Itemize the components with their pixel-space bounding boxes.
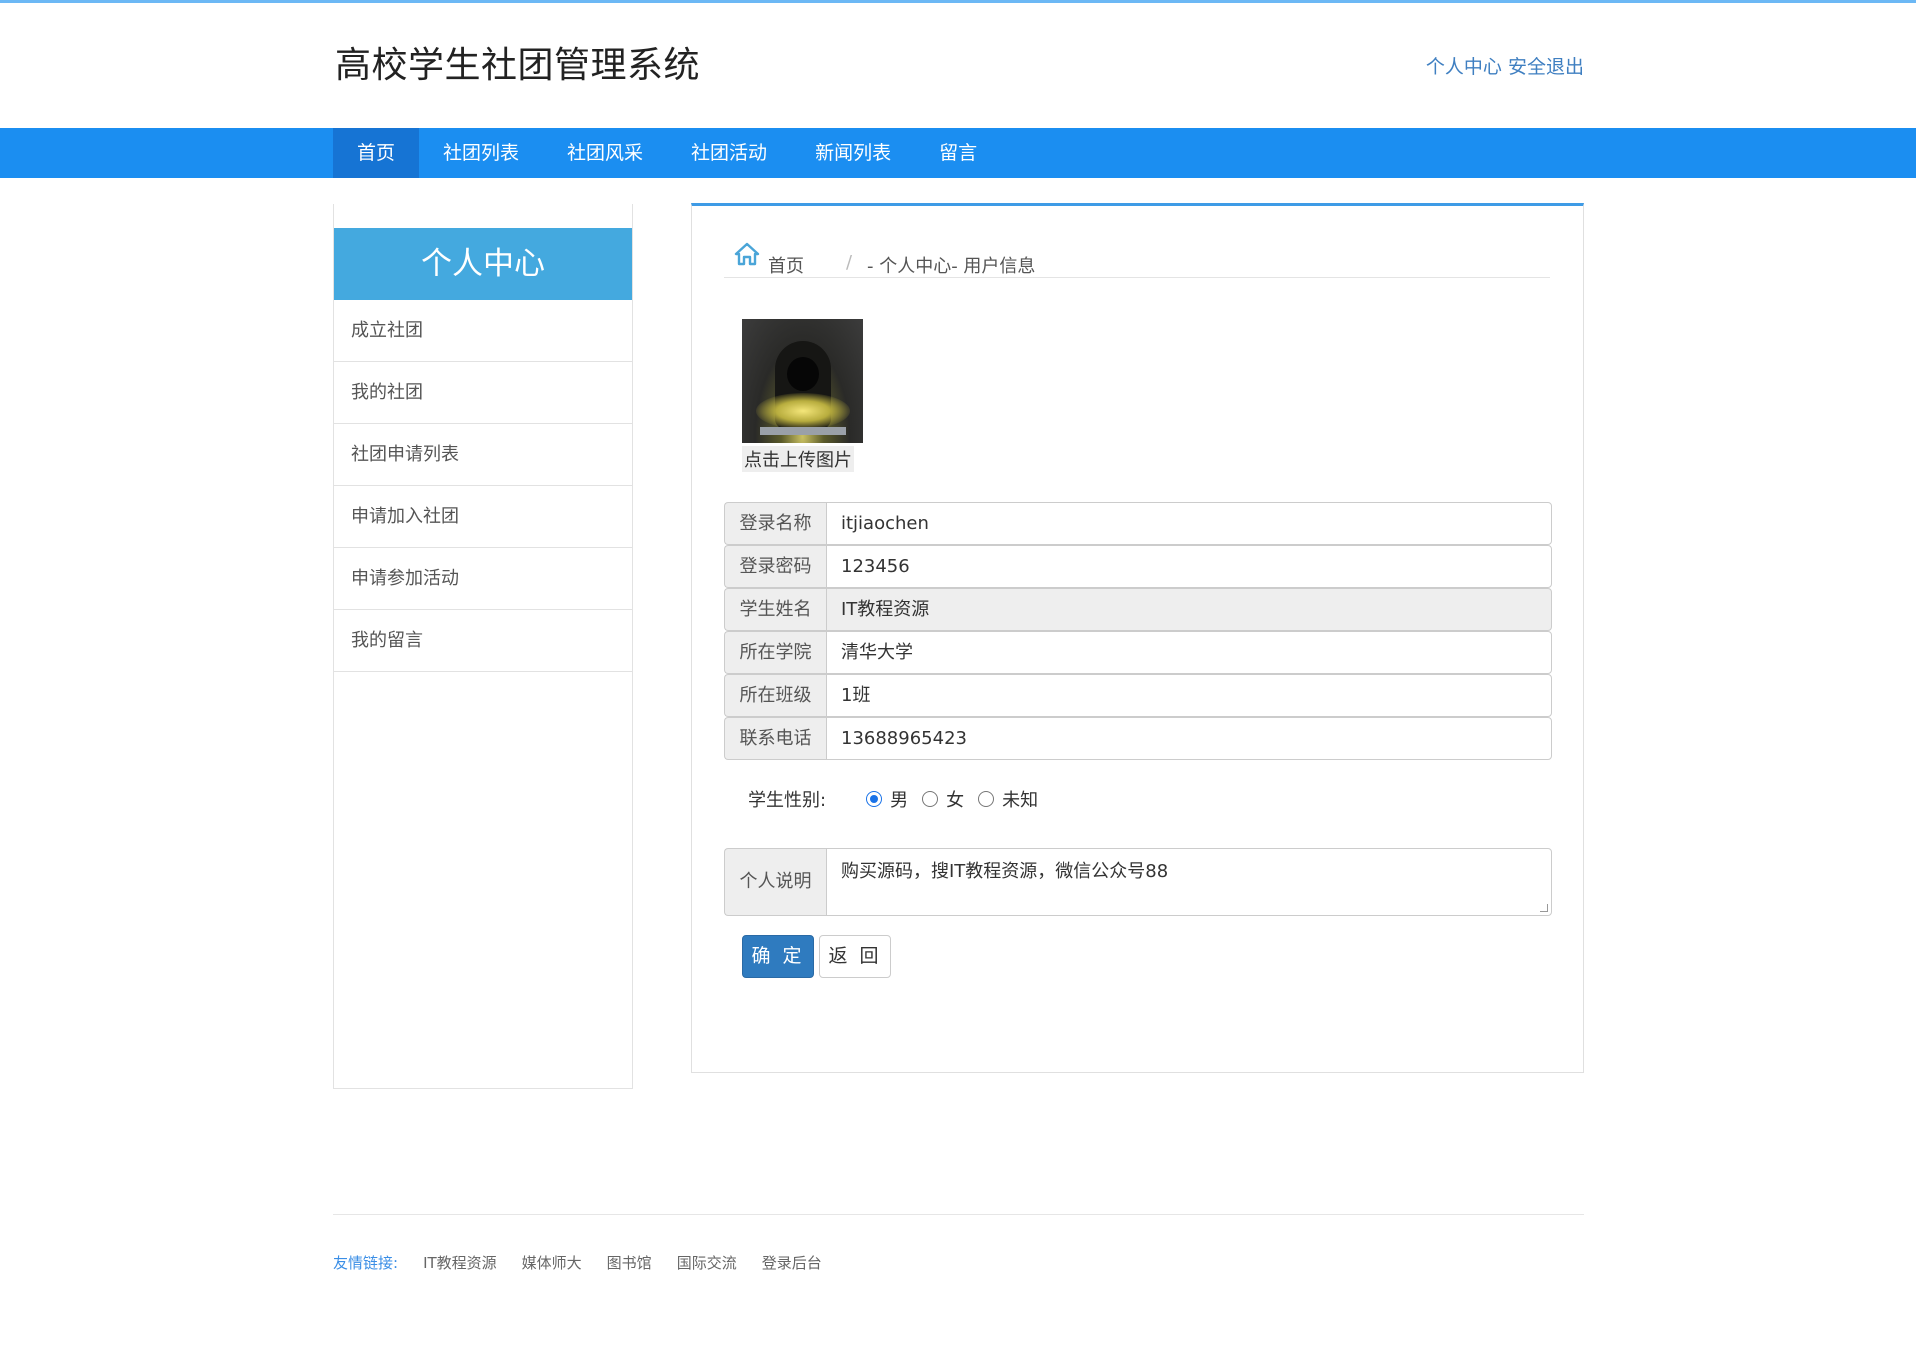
radio-label: 女 <box>946 790 965 811</box>
back-button[interactable]: 返 回 <box>819 935 891 978</box>
personal-center-link[interactable]: 个人中心 <box>1426 56 1502 78</box>
nav-item-messages[interactable]: 留言 <box>915 128 1001 178</box>
sidebar-item-create-club[interactable]: 成立社团 <box>334 300 632 362</box>
sidebar: 个人中心 成立社团 我的社团 社团申请列表 申请加入社团 申请参加活动 我的留言 <box>333 204 633 1089</box>
main-navbar: 首页 社团列表 社团风采 社团活动 新闻列表 留言 <box>0 128 1916 178</box>
breadcrumb: 首页 / - 个人中心- 用户信息 <box>724 234 1550 278</box>
radio-female[interactable] <box>922 791 939 807</box>
avatar-image[interactable] <box>742 319 863 443</box>
description-row: 个人说明 购买源码，搜IT教程资源，微信公众号88 <box>724 848 1552 916</box>
footer-link-media[interactable]: 媒体师大 <box>522 1252 582 1273</box>
breadcrumb-home[interactable]: 首页 <box>768 252 804 278</box>
sidebar-item-join-club[interactable]: 申请加入社团 <box>334 486 632 548</box>
profile-form: 登录名称 itjiaochen 登录密码 123456 学生姓名 IT教程资源 … <box>724 502 1552 760</box>
nav-item-news-list[interactable]: 新闻列表 <box>791 128 915 178</box>
college-input[interactable]: 清华大学 <box>826 631 1552 674</box>
sidebar-item-club-applications[interactable]: 社团申请列表 <box>334 424 632 486</box>
breadcrumb-current: - 个人中心- 用户信息 <box>867 256 1036 277</box>
gender-option-female[interactable]: 女 <box>922 786 964 812</box>
form-row-student-name: 学生姓名 IT教程资源 <box>724 588 1552 631</box>
nav-item-club-list[interactable]: 社团列表 <box>419 128 543 178</box>
main-panel: 首页 / - 个人中心- 用户信息 点击上传图片 登录名称 itjiaochen… <box>691 203 1584 1073</box>
radio-unknown[interactable] <box>978 791 995 807</box>
home-icon[interactable] <box>734 242 760 266</box>
footer-link-it-resources[interactable]: IT教程资源 <box>423 1252 497 1273</box>
description-textarea[interactable]: 购买源码，搜IT教程资源，微信公众号88 <box>826 848 1552 916</box>
phone-input[interactable]: 13688965423 <box>826 717 1552 760</box>
form-row-college: 所在学院 清华大学 <box>724 631 1552 674</box>
upload-image-label[interactable]: 点击上传图片 <box>742 446 854 472</box>
field-label: 登录名称 <box>724 502 826 545</box>
gender-option-unknown[interactable]: 未知 <box>978 786 1038 812</box>
site-title: 高校学生社团管理系统 <box>335 45 701 86</box>
description-text: 购买源码，搜IT教程资源，微信公众号88 <box>841 861 1169 882</box>
nav-item-club-showcase[interactable]: 社团风采 <box>543 128 667 178</box>
radio-label: 未知 <box>1002 790 1039 811</box>
sidebar-item-my-clubs[interactable]: 我的社团 <box>334 362 632 424</box>
form-row-password: 登录密码 123456 <box>724 545 1552 588</box>
field-label: 所在班级 <box>724 674 826 717</box>
top-accent-line <box>0 0 1916 3</box>
header-links: 个人中心 安全退出 <box>1426 52 1584 79</box>
breadcrumb-separator: / <box>846 252 853 273</box>
footer-link-admin-login[interactable]: 登录后台 <box>762 1252 822 1273</box>
form-row-login-name: 登录名称 itjiaochen <box>724 502 1552 545</box>
description-label: 个人说明 <box>724 848 826 916</box>
nav-item-club-activities[interactable]: 社团活动 <box>667 128 791 178</box>
gender-option-male[interactable]: 男 <box>866 786 908 812</box>
sidebar-title: 个人中心 <box>334 228 632 300</box>
gender-group: 学生性别: 男 女 未知 <box>748 786 1052 812</box>
sidebar-item-my-messages[interactable]: 我的留言 <box>334 610 632 672</box>
footer-divider <box>333 1214 1584 1215</box>
field-label: 学生姓名 <box>724 588 826 631</box>
radio-male[interactable] <box>866 791 883 807</box>
resize-handle-icon[interactable] <box>1540 904 1548 912</box>
field-label: 联系电话 <box>724 717 826 760</box>
field-label: 登录密码 <box>724 545 826 588</box>
logout-link[interactable]: 安全退出 <box>1508 56 1584 78</box>
footer-link-international[interactable]: 国际交流 <box>677 1252 737 1273</box>
nav-item-home[interactable]: 首页 <box>333 128 420 178</box>
form-row-phone: 联系电话 13688965423 <box>724 717 1552 760</box>
footer-links-label: 友情链接: <box>333 1254 399 1272</box>
gender-label: 学生性别: <box>748 790 827 811</box>
password-input[interactable]: 123456 <box>826 545 1552 588</box>
login-name-input[interactable]: itjiaochen <box>826 502 1552 545</box>
field-label: 所在学院 <box>724 631 826 674</box>
footer-links: 友情链接: IT教程资源 媒体师大 图书馆 国际交流 登录后台 <box>333 1252 847 1273</box>
form-row-class: 所在班级 1班 <box>724 674 1552 717</box>
student-name-input: IT教程资源 <box>826 588 1552 631</box>
footer-link-library[interactable]: 图书馆 <box>607 1252 652 1273</box>
class-input[interactable]: 1班 <box>826 674 1552 717</box>
sidebar-item-join-activity[interactable]: 申请参加活动 <box>334 548 632 610</box>
confirm-button[interactable]: 确 定 <box>742 935 814 978</box>
radio-label: 男 <box>890 790 909 811</box>
